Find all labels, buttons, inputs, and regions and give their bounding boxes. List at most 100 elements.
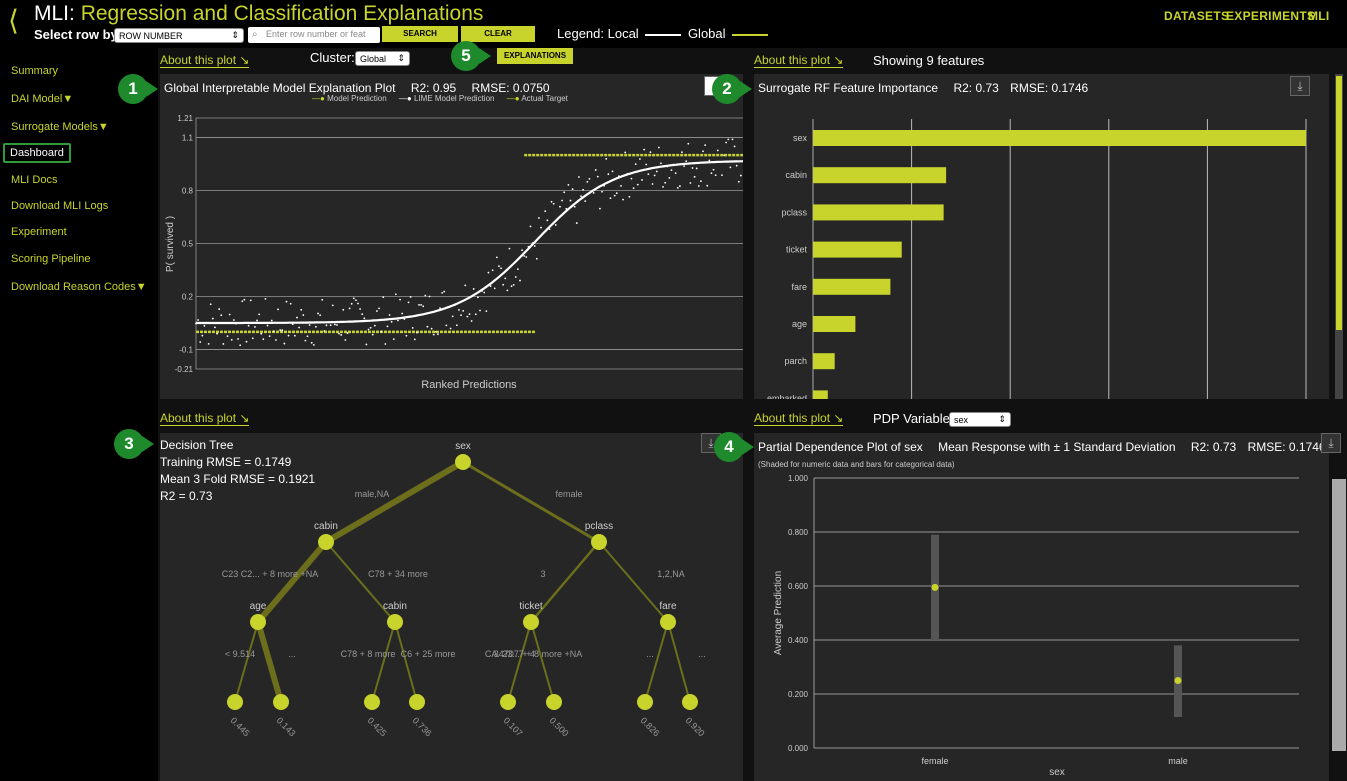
model-prediction-point [729,166,732,169]
nav-mli[interactable]: MLI [1308,9,1330,23]
tree-node-label: cabin [314,521,338,532]
model-prediction-point [601,190,603,193]
cluster-select[interactable]: Global ⇕ [355,51,410,66]
pdp-ytick: 0.200 [788,690,809,699]
clear-button[interactable]: CLEAR [461,26,535,42]
model-prediction-point [466,315,469,318]
about-pdp-link[interactable]: About this plot ↘ [754,411,844,426]
tree-leaf [546,694,562,710]
model-prediction-point [519,279,521,282]
model-prediction-point [394,293,397,296]
model-prediction-point [510,285,513,288]
legend-global-line [732,33,769,36]
model-prediction-point [321,298,324,301]
model-prediction-point [214,326,216,329]
model-prediction-point [348,307,351,310]
model-prediction-point [283,342,286,345]
sidebar-item-dashboard[interactable]: Dashboard [3,143,71,163]
model-prediction-point [371,333,374,336]
tree-node-label: age [250,601,267,612]
select-arrows-icon: ⇕ [998,414,1006,424]
model-prediction-point [239,344,242,347]
explanations-button[interactable]: EXPLANATIONS [497,48,573,64]
tree-leaf-value: 0.826 [639,715,662,738]
about-klime-link[interactable]: About this plot ↘ [160,53,250,68]
klime-xlabel: Ranked Predictions [421,379,517,391]
model-prediction-point [506,289,509,292]
tree-edge-label: 347077 + 8 more +NA [494,649,583,659]
rf-chart: sex cabin pclass ticket fare age parch embarked [767,119,1307,399]
sidebar-item-experiment[interactable]: Experiment [11,226,67,238]
model-prediction-point [611,170,614,173]
tree-leaf [227,694,243,710]
sidebar-item-download-mli-logs[interactable]: Download MLI Logs [11,200,108,212]
model-prediction-point [508,247,511,250]
tree-edge [530,621,555,703]
model-prediction-point [563,191,566,194]
sidebar-item-summary[interactable]: Summary [11,65,58,77]
sidebar-item-scoring-pipeline[interactable]: Scoring Pipeline [11,253,91,265]
tree-edge [255,540,329,624]
model-prediction-point [300,308,303,311]
model-prediction-point [538,217,540,219]
row-select-dropdown[interactable]: ROW NUMBER ⇕ [114,28,244,43]
rf-bar-label: ticket [786,245,808,255]
pdp-scrollbar[interactable] [1332,479,1346,751]
search-input[interactable]: Enter row number or feat [248,27,380,43]
model-prediction-point [573,205,576,208]
model-prediction-point [628,195,631,198]
nav-experiments[interactable]: EXPERIMENTS [1226,9,1315,23]
model-prediction-point [721,174,723,177]
sidebar-item-surrogate-models[interactable]: Surrogate Models▼ [11,121,109,133]
tree-edge-label: male,NA [355,489,390,499]
caret-down-icon: ▼ [97,121,109,133]
tree-edge-label: C6 + 25 more [401,649,456,659]
model-prediction-point [689,182,692,184]
model-prediction-point [559,205,561,208]
model-prediction-point [424,294,427,297]
klime-ytick: -0.21 [175,365,194,374]
model-prediction-point [388,314,391,316]
model-prediction-point [279,329,282,332]
rf-bar-label: cabin [785,170,807,180]
tree-edge [644,621,669,703]
model-prediction-point [359,308,361,310]
pdp-xtick: female [921,756,948,766]
model-prediction-point [407,301,410,304]
model-prediction-point [620,184,622,187]
tree-leaf-value: 0.500 [548,715,571,738]
tree-node-label: cabin [383,601,407,612]
nav-datasets[interactable]: DATASETS [1164,9,1229,23]
model-prediction-point [323,330,326,332]
model-prediction-point [544,210,547,213]
tree-node-label: pclass [585,521,613,532]
caret-down-icon: ▼ [62,93,74,105]
lime-prediction-line [196,160,743,325]
sidebar-item-download-reason-codes[interactable]: Download Reason Codes▼ [11,281,147,293]
model-prediction-point [516,268,519,270]
klime-panel: Global Interpretable Model Explanation P… [160,74,743,399]
tree-leaf [682,694,698,710]
tree-leaf [273,694,289,710]
rf-bar-label: fare [791,282,807,292]
legend: Legend: Local Global [557,26,771,41]
tree-edge-label: ... [646,649,654,659]
tree-edge-label: ... [698,649,706,659]
about-rf-link[interactable]: About this plot ↘ [754,53,844,68]
download-icon[interactable]: ⤓ [1321,433,1341,453]
about-tree-link[interactable]: About this plot ↘ [160,411,250,426]
model-prediction-point [691,167,694,169]
sidebar-item-mli-docs[interactable]: MLI Docs [11,174,57,186]
model-prediction-point [529,225,532,228]
klime-ytick: 0.2 [182,293,194,302]
back-chevron-icon[interactable]: ⟨ [8,4,19,37]
model-prediction-point [525,256,528,258]
tree-node [591,534,607,550]
rf-scrollbar-thumb[interactable] [1336,76,1342,330]
model-prediction-point [655,170,658,173]
search-button[interactable]: SEARCH [382,26,458,42]
pdp-variable-select[interactable]: sex ⇕ [949,412,1011,427]
rf-bar [813,353,835,370]
rf-scrollbar[interactable] [1335,74,1343,399]
sidebar-item-dai-model[interactable]: DAI Model▼ [11,93,73,105]
